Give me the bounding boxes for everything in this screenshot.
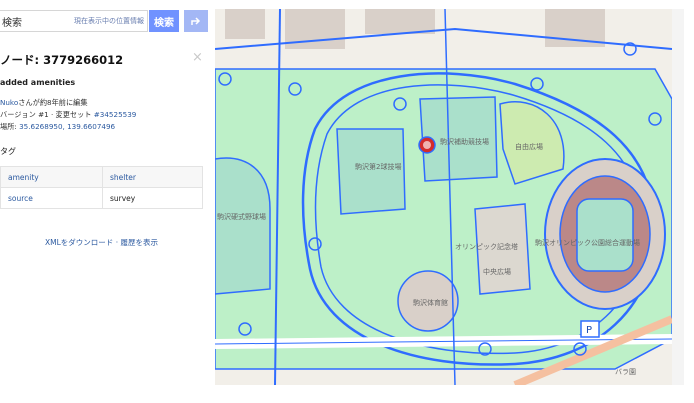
directions-icon: [191, 17, 201, 25]
map-canvas[interactable]: 駒沢第2球技場 駒沢補助競技場 自由広場 駒沢硬式野球場 オリンピック記念塔 中…: [215, 9, 672, 385]
parking-label: P: [586, 325, 592, 336]
map-scrollbar[interactable]: [672, 9, 684, 385]
search-button[interactable]: 検索: [149, 10, 179, 32]
download-xml-link[interactable]: XMLをダウンロード: [45, 238, 113, 247]
label-pitch-hojo: 駒沢補助競技場: [440, 137, 489, 146]
tag-key[interactable]: source: [0, 187, 103, 209]
location-link[interactable]: 35.6268950, 139.6607496: [19, 122, 115, 131]
tag-value: survey: [102, 187, 203, 209]
sidebar: 現在表示中の位置情報 検索 ノード: 3779266012 × added am…: [0, 0, 215, 403]
baseball-field[interactable]: [215, 157, 271, 295]
map-building: [365, 9, 435, 34]
label-olympic-memorial: オリンピック記念塔: [455, 242, 518, 251]
stadium-field: [576, 198, 634, 272]
user-link[interactable]: Nuko: [0, 98, 18, 107]
label-gym: 駒沢体育館: [413, 298, 448, 307]
directions-button[interactable]: [184, 10, 208, 32]
edited-by-line: Nukoさんが約8年前に編集: [0, 97, 136, 109]
tags-heading: タグ: [0, 147, 16, 156]
version-text: バージョン #1 · 変更セット: [0, 110, 94, 119]
selected-node-inner: [423, 141, 431, 149]
download-links: XMLをダウンロード · 履歴を表示: [0, 237, 203, 248]
map-building: [225, 9, 265, 39]
feature-metadata: Nukoさんが約8年前に編集 バージョン #1 · 変更セット #3452553…: [0, 97, 136, 133]
map-view[interactable]: 駒沢第2球技場 駒沢補助競技場 自由広場 駒沢硬式野球場 オリンピック記念塔 中…: [215, 9, 672, 385]
edited-by-text: さんが約8年前に編集: [18, 98, 88, 107]
search-field[interactable]: 現在表示中の位置情報: [0, 10, 148, 32]
tag-value[interactable]: shelter: [102, 166, 203, 188]
label-olympic-park: 駒沢オリンピック公園総合運動場: [535, 238, 640, 247]
location-label: 場所:: [0, 122, 20, 131]
location-line: 場所: 35.6268950, 139.6607496: [0, 121, 136, 133]
label-central-plaza: 中央広場: [483, 267, 511, 276]
where-am-i-link[interactable]: 現在表示中の位置情報: [74, 16, 144, 26]
label-plaza-jiyu: 自由広場: [515, 142, 543, 151]
label-rose-garden: バラ園: [615, 368, 636, 376]
tag-row: source survey: [0, 187, 203, 209]
view-history-link[interactable]: 履歴を表示: [120, 238, 158, 247]
close-icon[interactable]: ×: [192, 50, 203, 65]
search-bar: 現在表示中の位置情報 検索: [0, 9, 215, 33]
tag-key[interactable]: amenity: [0, 166, 103, 188]
label-pitch-2: 駒沢第2球技場: [355, 162, 401, 171]
version-line: バージョン #1 · 変更セット #34525539: [0, 109, 136, 121]
changeset-comment: added amenities: [0, 78, 76, 87]
label-hard-baseball: 駒沢硬式野球場: [217, 212, 266, 221]
feature-title: ノード: 3779266012: [0, 53, 124, 67]
pitch-2[interactable]: [336, 128, 406, 215]
changeset-link[interactable]: #34525539: [94, 110, 137, 119]
tags-table: amenity shelter source survey: [0, 166, 203, 209]
tag-row: amenity shelter: [0, 166, 203, 188]
